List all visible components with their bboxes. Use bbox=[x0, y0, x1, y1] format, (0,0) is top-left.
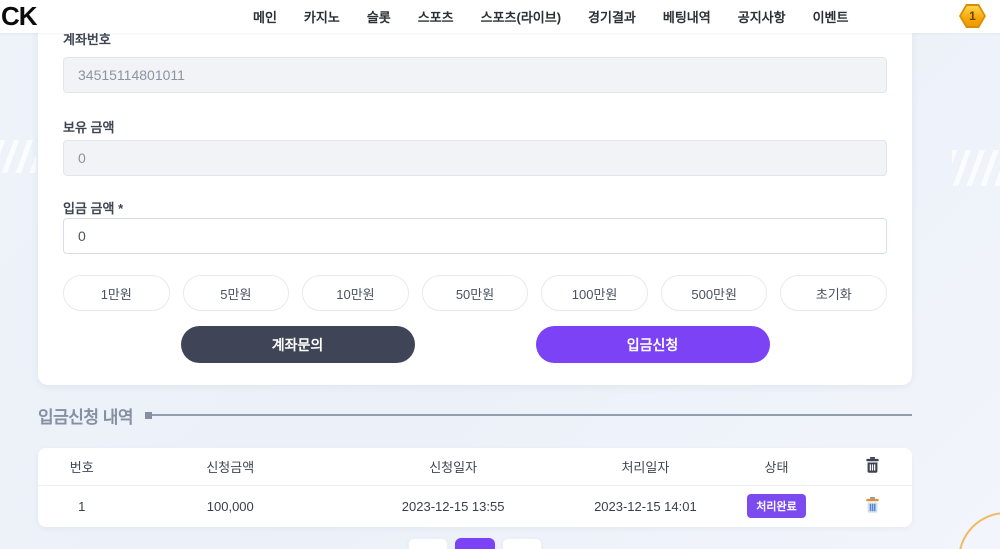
quick-amount-50000-button[interactable]: 5만원 bbox=[183, 275, 290, 311]
trash-icon[interactable] bbox=[865, 457, 880, 473]
title-bullet-decoration bbox=[145, 412, 152, 419]
row-amount: 100,000 bbox=[125, 499, 335, 514]
stripes-decoration-right bbox=[952, 150, 1000, 186]
stripes-decoration-left bbox=[0, 140, 36, 173]
history-section-title: 입금신청 내역 bbox=[38, 403, 133, 428]
column-header-amount: 신청금액 bbox=[125, 457, 335, 476]
history-section-header: 입금신청 내역 bbox=[38, 402, 912, 428]
column-header-no: 번호 bbox=[38, 457, 125, 476]
quick-amount-500000-button[interactable]: 50만원 bbox=[422, 275, 529, 311]
row-trash-icon[interactable] bbox=[865, 497, 880, 513]
quick-amount-10000-button[interactable]: 1만원 bbox=[63, 275, 170, 311]
table-header-row: 번호 신청금액 신청일자 처리일자 상태 bbox=[38, 448, 912, 486]
nav-item-sports[interactable]: 스포츠 bbox=[418, 7, 454, 26]
reset-amount-button[interactable]: 초기화 bbox=[780, 275, 887, 311]
column-header-process-date: 처리일자 bbox=[571, 457, 720, 476]
deposit-amount-input[interactable]: 0 bbox=[63, 218, 887, 254]
pagination-page-1-button[interactable]: 1 bbox=[455, 538, 495, 549]
nav-item-main[interactable]: 메인 bbox=[253, 7, 277, 26]
deposit-history-table: 번호 신청금액 신청일자 처리일자 상태 1 100,000 2023-12-1… bbox=[38, 448, 912, 527]
pagination-prev-button[interactable] bbox=[408, 538, 448, 549]
nav-item-sports-live[interactable]: 스포츠(라이브) bbox=[481, 7, 561, 26]
nav-item-events[interactable]: 이벤트 bbox=[813, 7, 849, 26]
title-line-decoration bbox=[152, 414, 912, 416]
table-row: 1 100,000 2023-12-15 13:55 2023-12-15 14… bbox=[38, 486, 912, 526]
account-inquiry-button[interactable]: 계좌문의 bbox=[181, 326, 415, 363]
orange-circle-decoration bbox=[958, 512, 1000, 549]
balance-field: 0 bbox=[63, 140, 887, 176]
row-request-date: 2023-12-15 13:55 bbox=[335, 499, 571, 514]
row-process-date: 2023-12-15 14:01 bbox=[571, 499, 720, 514]
nav-item-notice[interactable]: 공지사항 bbox=[738, 7, 786, 26]
nav-item-betting-history[interactable]: 베팅내역 bbox=[663, 7, 711, 26]
top-nav: CK 메인 카지노 슬롯 스포츠 스포츠(라이브) 경기결과 베팅내역 공지사항… bbox=[0, 0, 1000, 33]
nav-item-casino[interactable]: 카지노 bbox=[304, 7, 340, 26]
column-header-request-date: 신청일자 bbox=[335, 457, 571, 476]
quick-amount-row: 1만원 5만원 10만원 50만원 100만원 500만원 초기화 bbox=[63, 275, 887, 311]
deposit-amount-label: 입금 금액 * bbox=[63, 198, 123, 217]
pagination-next-button[interactable] bbox=[502, 538, 542, 549]
delete-all-column bbox=[833, 457, 912, 476]
deposit-form-card: 계좌번호 34515114801011 보유 금액 0 입금 금액 * 0 1만… bbox=[38, 0, 912, 385]
row-no: 1 bbox=[38, 499, 125, 514]
account-number-field: 34515114801011 bbox=[63, 57, 887, 93]
form-action-row: 계좌문의 입금신청 bbox=[38, 326, 912, 363]
row-status: 처리완료 bbox=[720, 494, 834, 518]
nav-item-slots[interactable]: 슬롯 bbox=[367, 7, 391, 26]
deposit-request-button[interactable]: 입금신청 bbox=[536, 326, 770, 363]
row-delete-column bbox=[833, 497, 912, 516]
status-badge: 처리완료 bbox=[747, 494, 805, 518]
site-logo[interactable]: CK bbox=[1, 1, 37, 32]
notification-badge[interactable]: 1 bbox=[959, 4, 986, 28]
balance-label: 보유 금액 bbox=[63, 117, 114, 136]
quick-amount-100000-button[interactable]: 10만원 bbox=[302, 275, 409, 311]
quick-amount-5000000-button[interactable]: 500만원 bbox=[661, 275, 768, 311]
pagination: 1 bbox=[38, 538, 912, 549]
nav-item-results[interactable]: 경기결과 bbox=[588, 7, 636, 26]
notification-count: 1 bbox=[961, 6, 984, 26]
main-menu: 메인 카지노 슬롯 스포츠 스포츠(라이브) 경기결과 베팅내역 공지사항 이벤… bbox=[253, 0, 848, 33]
quick-amount-1000000-button[interactable]: 100만원 bbox=[541, 275, 648, 311]
column-header-status: 상태 bbox=[720, 457, 834, 476]
